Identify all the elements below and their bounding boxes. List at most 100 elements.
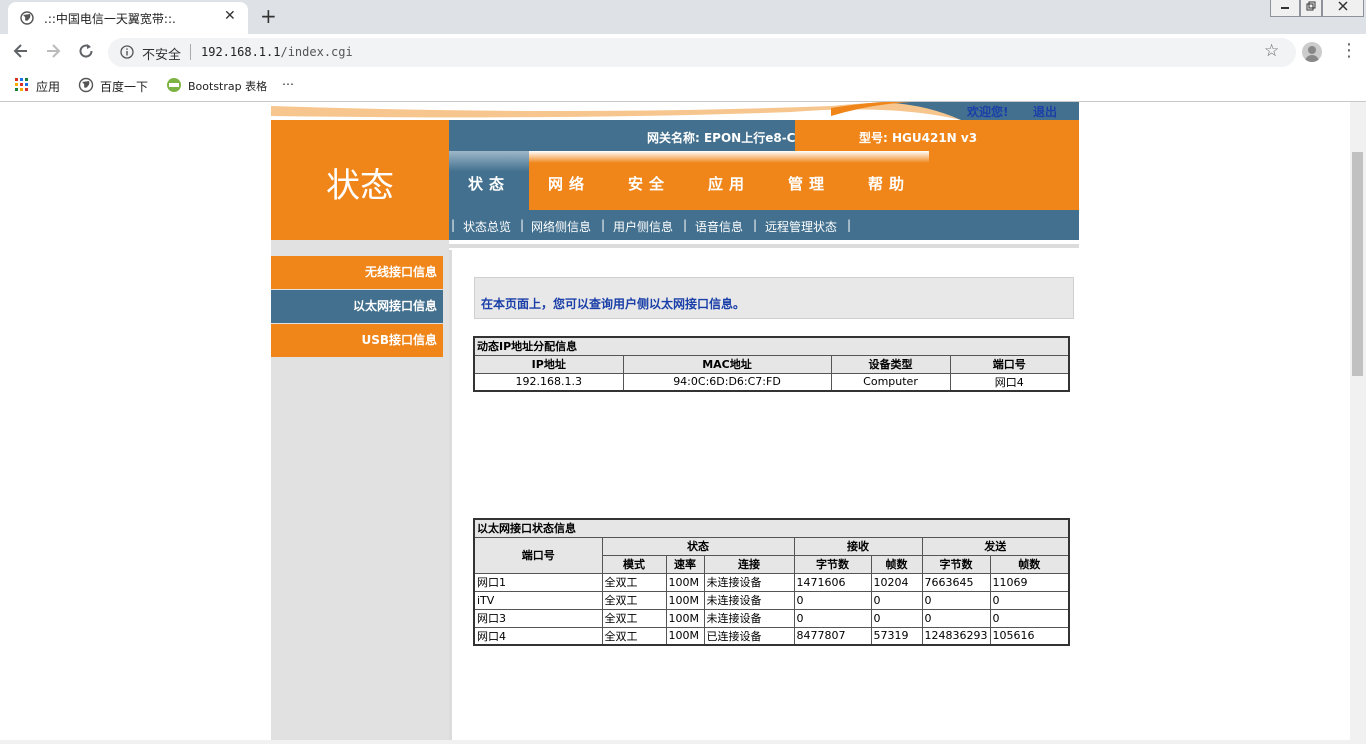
tab-application[interactable]: 应用 — [689, 151, 769, 210]
tab-management[interactable]: 管理 — [769, 151, 849, 210]
sidebar-item-ethernet[interactable]: 以太网接口信息 — [271, 290, 443, 323]
sidebar-item-usb[interactable]: USB接口信息 — [271, 324, 443, 357]
table-cell: 124836293 — [921, 626, 991, 646]
tab-network[interactable]: 网络 — [529, 151, 609, 210]
table-cell: 100M — [665, 590, 705, 610]
column-header: 字节数 — [793, 554, 872, 574]
column-header: IP地址 — [473, 354, 624, 374]
section-title-panel: 状态 — [271, 120, 449, 240]
horizontal-scrollbar[interactable] — [0, 740, 1366, 744]
table-cell: 全双工 — [601, 590, 667, 610]
table-cell: 0 — [793, 590, 872, 610]
content-panel: 在本页面上，您可以查询用户侧以太网接口信息。 动态IP地址分配信息 IP地址 M… — [449, 250, 1079, 740]
table-cell: 7663645 — [921, 572, 991, 592]
table-cell: 已连接设备 — [703, 626, 795, 646]
table-cell: 0 — [921, 590, 991, 610]
table-cell: 0 — [793, 608, 872, 628]
table-cell: 11069 — [989, 572, 1070, 592]
table-cell: 网口4 — [949, 372, 1070, 392]
bookmark-baidu[interactable]: 百度一下 — [78, 77, 158, 95]
subnav-status-overview[interactable]: 状态总览 — [463, 218, 511, 235]
back-icon[interactable] — [10, 42, 32, 64]
device-model: 型号: HGU421N v3 — [859, 131, 978, 145]
column-header: 连接 — [703, 554, 795, 574]
table-cell: 全双工 — [601, 608, 667, 628]
browser-menu-icon[interactable]: ⋮ — [1340, 40, 1358, 61]
vertical-scrollbar[interactable] — [1350, 102, 1366, 740]
window-close-icon[interactable] — [1322, 0, 1364, 17]
bookmark-bootstrap[interactable]: Bootstrap 表格 — [166, 77, 278, 95]
bookmark-label: Bootstrap 表格 — [188, 80, 268, 93]
url-text[interactable]: 192.168.1.1/index.cgi — [201, 45, 353, 59]
new-tab-button[interactable]: + — [260, 6, 277, 26]
dhcp-table-caption: 动态IP地址分配信息 — [473, 336, 1070, 356]
table-cell: 105616 — [989, 626, 1070, 646]
reload-icon[interactable] — [75, 42, 97, 64]
subnav-lan-info[interactable]: 用户侧信息 — [613, 218, 673, 235]
sidebar-item-wireless[interactable]: 无线接口信息 — [271, 256, 443, 289]
main-nav: 状态 网络 安全 应用 管理 帮助 — [449, 151, 1079, 210]
sub-nav: | 状态总览 | 网络侧信息 | 用户侧信息 | 语音信息 | 远程管理状态 | — [449, 210, 1079, 240]
table-row: 网口3 全双工 100M 未连接设备 0 0 0 0 — [473, 608, 1070, 628]
table-cell: 网口4 — [473, 626, 603, 646]
notice-text: 在本页面上，您可以查询用户侧以太网接口信息。 — [481, 297, 746, 311]
bookmark-apps[interactable]: 应用 — [14, 77, 74, 95]
info-icon[interactable] — [120, 45, 134, 59]
section-title: 状态 — [326, 166, 394, 206]
address-bar[interactable]: 不安全 192.168.1.1/index.cgi ☆ — [108, 38, 1296, 67]
table-cell: 全双工 — [601, 572, 667, 592]
globe-icon — [20, 11, 34, 25]
table-cell: 全双工 — [601, 626, 667, 646]
minimize-icon[interactable] — [1270, 0, 1300, 17]
column-header: 字节数 — [921, 554, 991, 574]
table-cell: 0 — [989, 590, 1070, 610]
subnav-divider: | — [451, 218, 456, 232]
table-cell: 94:0C:6D:D6:C7:FD — [622, 372, 832, 392]
table-cell: iTV — [473, 590, 603, 610]
subnav-remote-mgmt[interactable]: 远程管理状态 — [765, 218, 837, 235]
column-header: 设备类型 — [830, 354, 951, 374]
column-header: 帧数 — [870, 554, 923, 574]
table-row: 网口4 全双工 100M 已连接设备 8477807 57319 1248362… — [473, 626, 1070, 646]
ethernet-table-caption: 以太网接口状态信息 — [473, 518, 1070, 538]
table-cell: 网口3 — [473, 608, 603, 628]
subnav-wan-info[interactable]: 网络侧信息 — [531, 218, 591, 235]
forward-icon[interactable] — [42, 42, 64, 64]
table-cell: 0 — [870, 590, 923, 610]
tab-security[interactable]: 安全 — [609, 151, 689, 210]
tab-help[interactable]: 帮助 — [849, 151, 929, 210]
apps-grid-icon — [15, 78, 28, 91]
gateway-name: 网关名称: EPON上行e8-C — [647, 131, 796, 145]
browser-toolbar: 不安全 192.168.1.1/index.cgi ☆ ⋮ — [0, 34, 1366, 71]
restore-icon[interactable] — [1300, 0, 1322, 17]
table-cell: 10204 — [870, 572, 923, 592]
globe-icon — [78, 77, 94, 93]
sidebar: 无线接口信息 以太网接口信息 USB接口信息 — [271, 240, 449, 740]
subnav-divider: | — [683, 218, 688, 232]
logout-link[interactable]: 退出 — [1033, 103, 1057, 120]
tab-status[interactable]: 状态 — [449, 151, 529, 210]
table-cell: 100M — [665, 572, 705, 592]
table-cell: 未连接设备 — [703, 572, 795, 592]
table-cell: Computer — [830, 372, 951, 392]
subnav-divider: | — [520, 218, 525, 232]
table-cell: 未连接设备 — [703, 590, 795, 610]
dhcp-table: 动态IP地址分配信息 IP地址 MAC地址 设备类型 端口号 192.168.1… — [473, 336, 1070, 392]
header-top-strip: 欢迎您! 退出 — [271, 102, 1079, 120]
profile-avatar[interactable] — [1302, 42, 1322, 62]
bookmark-label: 百度一下 — [100, 80, 149, 94]
bookmarks-overflow-icon[interactable]: ⋯ — [282, 77, 298, 95]
column-header: 端口号 — [949, 354, 1070, 374]
bookmark-star-icon[interactable]: ☆ — [1264, 41, 1279, 61]
column-group-header: 接收 — [793, 536, 923, 556]
subnav-voice-info[interactable]: 语音信息 — [695, 218, 743, 235]
scrollbar-thumb[interactable] — [1352, 152, 1363, 376]
table-cell: 100M — [665, 626, 705, 646]
browser-tab[interactable]: .::中国电信一天翼宽带::. ✕ — [8, 2, 248, 34]
omnibox-separator — [190, 44, 191, 60]
column-header: 模式 — [601, 554, 667, 574]
tab-close-icon[interactable]: ✕ — [224, 8, 236, 24]
router-admin-frame: 欢迎您! 退出 状态 网关名称: EPON上行e8-C 型号: HGU421N … — [271, 102, 1079, 740]
table-cell: 57319 — [870, 626, 923, 646]
bookmarks-bar: 应用 百度一下 Bootstrap 表格 ⋯ — [0, 71, 1366, 102]
